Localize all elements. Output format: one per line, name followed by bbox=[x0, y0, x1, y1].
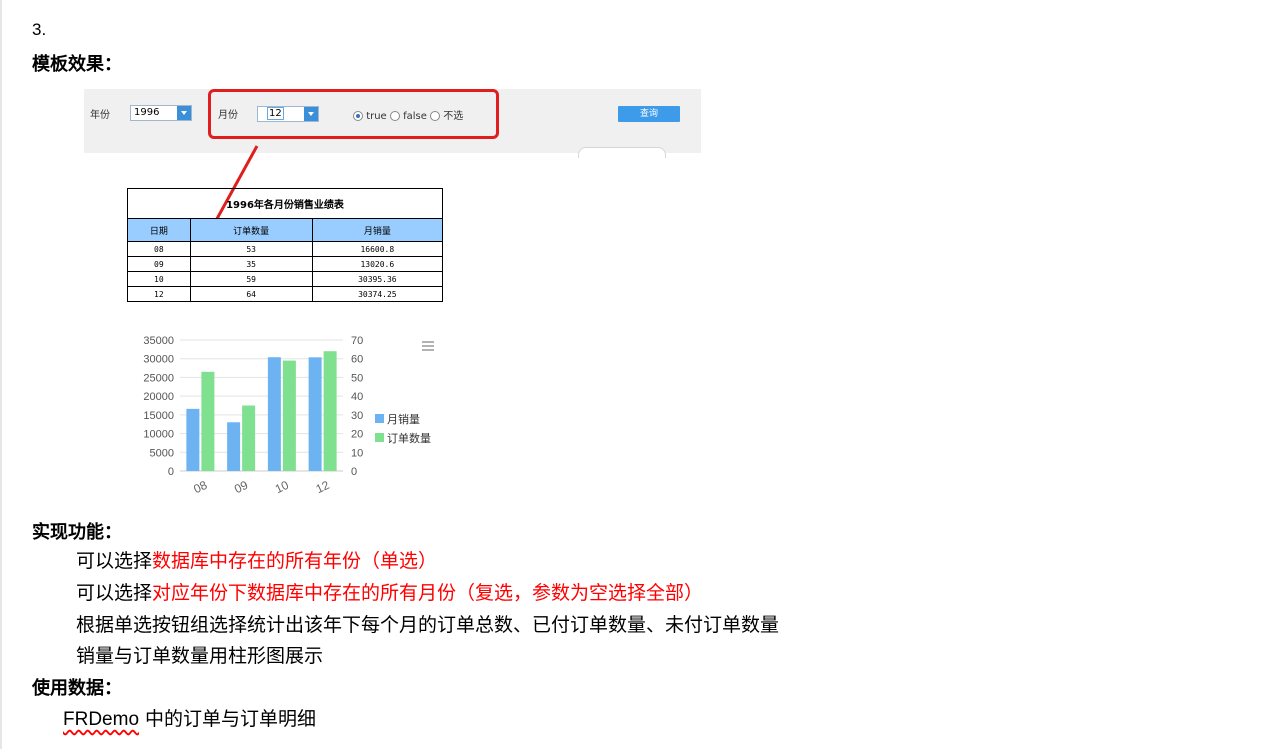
table-cell: 30395.36 bbox=[311, 271, 444, 287]
table-row: 10 59 30395.36 bbox=[127, 271, 444, 287]
table-cell: 10 bbox=[127, 271, 191, 287]
y-right-tick-label: 20 bbox=[351, 429, 363, 441]
year-value: 1996 bbox=[134, 107, 160, 118]
table-cell: 13020.6 bbox=[311, 256, 444, 272]
report-table: 1996年各月份销售业绩表 日期 订单数量 月销量 08 53 16600.8 … bbox=[127, 188, 444, 302]
table-cell: 64 bbox=[189, 286, 313, 302]
y-right-tick-label: 40 bbox=[351, 391, 363, 403]
feature-line-1: 可以选择数据库中存在的所有年份（单选） bbox=[76, 546, 437, 573]
y-right-tick-label: 60 bbox=[351, 354, 363, 366]
chart-bar bbox=[282, 360, 296, 471]
col-header-monthly-sales: 月销量 bbox=[311, 218, 444, 242]
heading-template-effect: 模板效果： bbox=[32, 54, 122, 75]
chart-bar bbox=[201, 371, 215, 471]
y-right-tick-label: 50 bbox=[351, 372, 363, 384]
x-tick-label: 09 bbox=[232, 478, 250, 496]
table-cell: 12 bbox=[127, 286, 191, 302]
year-combo[interactable]: 1996 bbox=[130, 105, 192, 121]
data-source-desc: 中的订单与订单明细 bbox=[139, 708, 317, 730]
feature-1-highlight: 数据库中存在的所有年份（单选） bbox=[152, 550, 438, 572]
legend-swatch bbox=[375, 414, 384, 423]
table-cell: 16600.8 bbox=[311, 241, 444, 257]
y-left-tick-label: 25000 bbox=[143, 372, 174, 384]
y-left-tick-label: 30000 bbox=[143, 354, 174, 366]
table-cell: 08 bbox=[127, 241, 191, 257]
query-button[interactable]: 查询 bbox=[618, 106, 680, 122]
legend-label: 订单数量 bbox=[387, 432, 431, 445]
col-header-order-count: 订单数量 bbox=[189, 218, 313, 242]
section-number: 3. bbox=[32, 20, 47, 39]
chart-bar bbox=[267, 357, 281, 471]
chart-bar bbox=[242, 405, 256, 471]
table-cell: 59 bbox=[189, 271, 313, 287]
x-tick-label: 10 bbox=[273, 478, 291, 496]
feature-line-3: 根据单选按钮组选择统计出该年下每个月的订单总数、已付订单数量、未付订单数量 bbox=[76, 614, 780, 636]
y-right-tick-label: 10 bbox=[351, 447, 363, 459]
feature-2-prefix: 可以选择 bbox=[76, 582, 153, 604]
y-left-tick-label: 15000 bbox=[143, 410, 174, 422]
heading-features: 实现功能： bbox=[32, 522, 122, 543]
table-cell: 09 bbox=[127, 256, 191, 272]
chart-bar bbox=[186, 408, 200, 471]
highlight-box bbox=[208, 89, 499, 139]
data-source-name: FRDemo bbox=[63, 709, 140, 730]
heading-data-used: 使用数据： bbox=[32, 678, 122, 699]
data-source-line: FRDemo 中的订单与订单明细 bbox=[63, 704, 316, 731]
y-left-tick-label: 10000 bbox=[143, 429, 174, 441]
table-row: 08 53 16600.8 bbox=[127, 241, 444, 257]
y-left-tick-label: 0 bbox=[168, 466, 174, 478]
page-left-margin-line bbox=[0, 0, 2, 749]
table-row: 12 64 30374.25 bbox=[127, 286, 444, 302]
legend-label: 月销量 bbox=[387, 412, 420, 426]
y-left-tick-label: 35000 bbox=[143, 335, 174, 347]
feature-line-2: 可以选择对应年份下数据库中存在的所有月份（复选，参数为空选择全部） bbox=[76, 578, 703, 605]
table-cell: 53 bbox=[189, 241, 313, 257]
y-left-tick-label: 20000 bbox=[143, 391, 174, 403]
feature-line-4: 销量与订单数量用柱形图展示 bbox=[76, 645, 324, 667]
table-row: 09 35 13020.6 bbox=[127, 256, 444, 272]
feature-2-highlight: 对应年份下数据库中存在的所有月份（复选，参数为空选择全部） bbox=[152, 582, 704, 604]
toolbar-collapse-tab[interactable] bbox=[578, 147, 666, 158]
y-left-tick-label: 5000 bbox=[150, 447, 174, 459]
table-cell: 35 bbox=[189, 256, 313, 272]
y-right-tick-label: 70 bbox=[351, 335, 363, 347]
report-title: 1996年各月份销售业绩表 bbox=[127, 188, 443, 219]
table-cell: 30374.25 bbox=[311, 286, 444, 302]
chart-bar bbox=[308, 357, 322, 471]
sales-bar-chart: 35000 7030000 6025000 5020000 4015000 3010000… bbox=[143, 335, 434, 496]
chart-bar bbox=[323, 351, 337, 471]
y-right-tick-label: 30 bbox=[351, 410, 363, 422]
year-label: 年份 bbox=[90, 110, 110, 121]
feature-1-prefix: 可以选择 bbox=[76, 550, 153, 572]
x-tick-label: 08 bbox=[191, 478, 209, 496]
x-tick-label: 12 bbox=[314, 478, 332, 496]
chart-bar bbox=[227, 422, 241, 471]
legend-swatch bbox=[375, 433, 384, 442]
col-header-date: 日期 bbox=[127, 218, 191, 242]
y-right-tick-label: 0 bbox=[351, 466, 357, 478]
year-dropdown-icon[interactable] bbox=[177, 106, 191, 120]
